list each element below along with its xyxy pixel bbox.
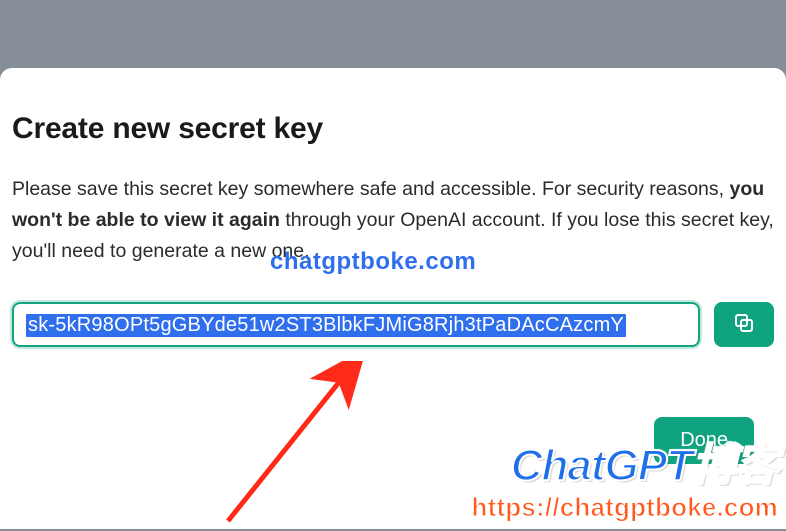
copy-button[interactable] xyxy=(714,302,774,347)
create-secret-key-modal: Create new secret key Please save this s… xyxy=(0,68,786,529)
secret-key-row: sk-5kR98OPt5gGBYde51w2ST3BlbkFJMiG8Rjh3t… xyxy=(12,302,774,347)
copy-icon xyxy=(732,311,756,338)
desc-text-pre: Please save this secret key somewhere sa… xyxy=(12,178,730,200)
secret-key-input[interactable]: sk-5kR98OPt5gGBYde51w2ST3BlbkFJMiG8Rjh3t… xyxy=(12,302,700,347)
done-button[interactable]: Done xyxy=(654,417,754,464)
modal-footer: Done xyxy=(12,417,774,464)
modal-description: Please save this secret key somewhere sa… xyxy=(12,174,774,268)
secret-key-value: sk-5kR98OPt5gGBYde51w2ST3BlbkFJMiG8Rjh3t… xyxy=(26,314,626,337)
modal-title: Create new secret key xyxy=(12,112,774,146)
